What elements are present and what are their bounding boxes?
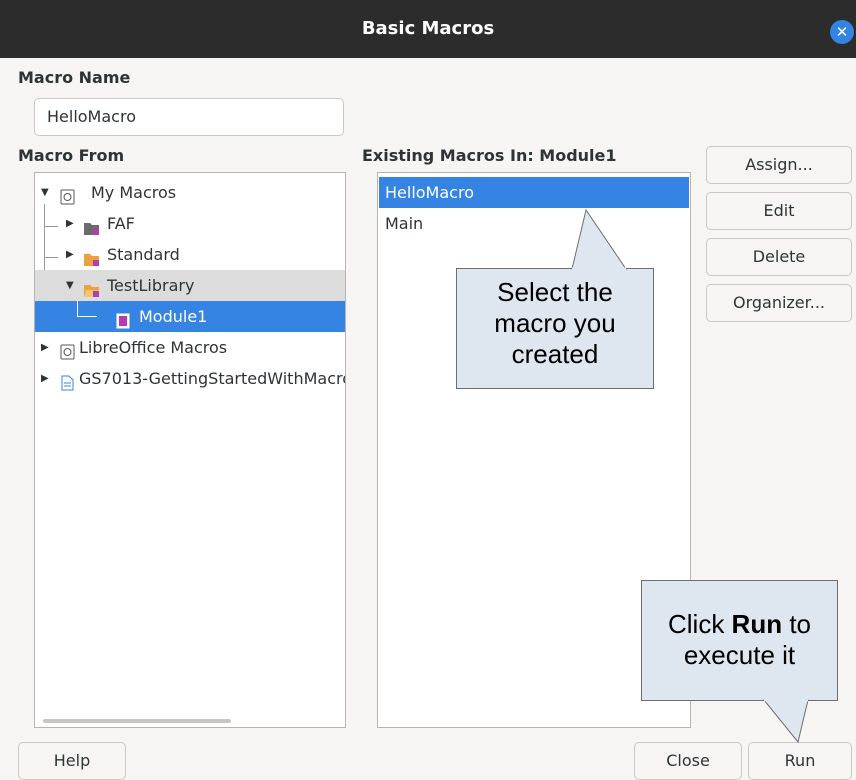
- tree-item-label: FAF: [107, 214, 135, 233]
- macro-from-tree[interactable]: ▼ My Macros ▶ FAF ▶ Standard ▼ TestLibra…: [34, 172, 346, 728]
- document-icon: [59, 370, 76, 391]
- module-icon: [115, 308, 132, 329]
- callout-text-part: Click: [667, 609, 732, 639]
- tree-connector: [77, 301, 78, 316]
- library-folder-open-icon: [83, 277, 100, 297]
- callout-text-bold: Run: [731, 609, 783, 639]
- library-folder-icon: [83, 215, 100, 235]
- callout-text: Select the: [497, 277, 613, 307]
- title-bar: Basic Macros ✕: [0, 0, 856, 58]
- callout-text: macro you: [494, 308, 616, 338]
- callout-pointer: [762, 698, 809, 744]
- edit-button[interactable]: Edit: [706, 192, 852, 230]
- callout-pointer: [571, 208, 627, 271]
- window-title: Basic Macros: [361, 18, 495, 39]
- existing-macros-label: Existing Macros In: Module1: [362, 146, 617, 165]
- expanded-arrow-icon[interactable]: ▼: [41, 177, 49, 208]
- tree-item-label: Standard: [107, 245, 180, 264]
- close-button[interactable]: Close: [634, 742, 742, 780]
- help-button[interactable]: Help: [18, 742, 126, 780]
- tree-item-my-macros[interactable]: ▼ My Macros: [35, 177, 345, 208]
- library-folder-icon: [83, 246, 100, 266]
- callout-text-part: to: [782, 609, 812, 639]
- tree-item-label: LibreOffice Macros: [79, 338, 228, 357]
- collapsed-arrow-icon[interactable]: ▶: [41, 363, 49, 394]
- macro-from-label: Macro From: [18, 146, 125, 165]
- horizontal-scrollbar[interactable]: [43, 719, 231, 723]
- expanded-arrow-icon[interactable]: ▼: [66, 270, 74, 301]
- macro-list-item[interactable]: Main: [379, 208, 689, 239]
- macro-container-icon: [59, 339, 76, 360]
- macro-name-label: Macro Name: [18, 68, 131, 87]
- tree-item-label: TestLibrary: [107, 276, 195, 295]
- callout-text: Click Run to: [642, 609, 837, 640]
- organizer-button[interactable]: Organizer...: [706, 284, 852, 322]
- collapsed-arrow-icon[interactable]: ▶: [66, 208, 74, 239]
- callout-text: execute it: [683, 640, 796, 670]
- tree-item-label: My Macros: [91, 183, 177, 202]
- collapsed-arrow-icon[interactable]: ▶: [41, 332, 49, 363]
- tree-connector: [77, 316, 97, 317]
- assign-button[interactable]: Assign...: [706, 146, 852, 184]
- tree-item-testlibrary[interactable]: ▼ TestLibrary: [35, 270, 345, 301]
- callout-select-macro: Select the macro you created: [456, 268, 654, 389]
- tree-item-document[interactable]: ▶ GS7013-GettingStartedWithMacros: [35, 363, 345, 394]
- run-button[interactable]: Run: [748, 742, 852, 780]
- tree-item-libreoffice-macros[interactable]: ▶ LibreOffice Macros: [35, 332, 345, 363]
- tree-item-standard[interactable]: ▶ Standard: [35, 239, 345, 270]
- macro-name-input[interactable]: HelloMacro: [34, 98, 344, 136]
- tree-item-label: GS7013-GettingStartedWithMacros: [79, 369, 345, 388]
- close-icon[interactable]: ✕: [830, 20, 854, 44]
- tree-item-module1[interactable]: Module1: [35, 301, 345, 332]
- delete-button[interactable]: Delete: [706, 238, 852, 276]
- macro-container-icon: [59, 184, 76, 205]
- tree-item-faf[interactable]: ▶ FAF: [35, 208, 345, 239]
- macro-list-item[interactable]: HelloMacro: [379, 177, 689, 208]
- callout-text: created: [511, 339, 599, 369]
- collapsed-arrow-icon[interactable]: ▶: [66, 239, 74, 270]
- tree-item-label: Module1: [139, 307, 208, 326]
- callout-run: Click Run to execute it: [641, 580, 838, 701]
